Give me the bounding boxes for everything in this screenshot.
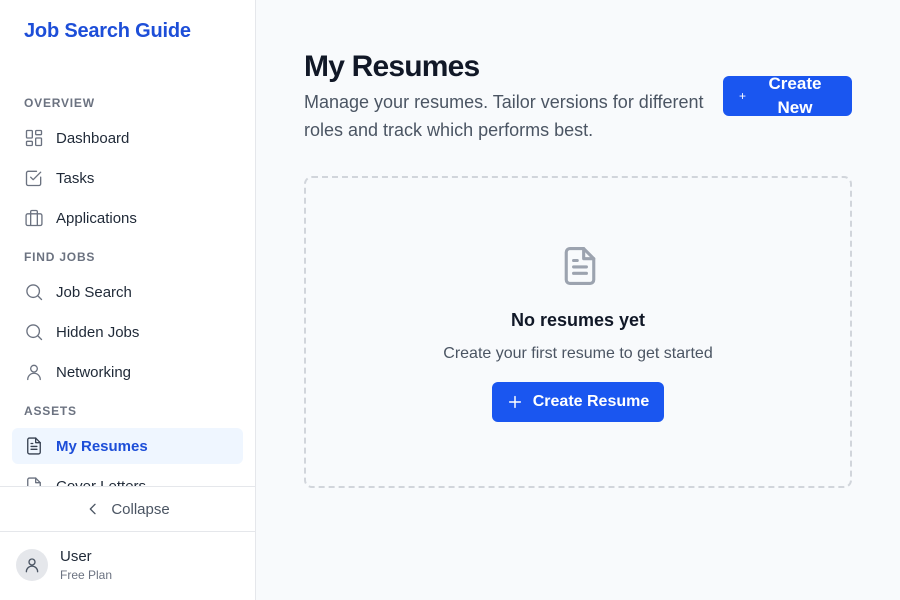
section-label-assets: ASSETS: [24, 404, 77, 418]
sidebar: Job Search Guide OVERVIEW Dashboard Task…: [0, 0, 256, 600]
sidebar-item-job-search[interactable]: Job Search: [12, 274, 243, 310]
create-resume-label: Create Resume: [532, 393, 650, 410]
empty-state: No resumes yet Create your first resume …: [304, 176, 852, 488]
collapse-label: Collapse: [111, 500, 170, 518]
create-new-version-label: Create New Version: [768, 76, 822, 116]
sidebar-item-label: Networking: [56, 363, 132, 381]
document-icon: [24, 436, 44, 456]
document-icon: [24, 476, 44, 486]
sidebar-item-label: Dashboard: [56, 129, 130, 147]
plus-icon: [508, 395, 521, 409]
user-icon: [24, 362, 44, 382]
create-resume-button[interactable]: Create Resume: [492, 382, 664, 422]
tasks-icon: [24, 168, 44, 188]
create-new-version-button[interactable]: + Create New Version: [723, 76, 852, 116]
sidebar-item-label: Tasks: [56, 169, 95, 187]
empty-state-subtitle: Create your first resume to get started: [443, 345, 713, 362]
sidebar-item-tasks[interactable]: Tasks: [12, 160, 243, 196]
user-plan: Free Plan: [60, 568, 113, 582]
sidebar-nav[interactable]: OVERVIEW Dashboard Tasks Applications FI…: [0, 86, 255, 486]
sidebar-item-label: Cover Letters: [56, 477, 147, 487]
sidebar-item-my-resumes[interactable]: My Resumes: [12, 428, 243, 464]
document-icon: [564, 247, 596, 285]
dashboard-icon: [24, 128, 44, 148]
sidebar-item-label: Applications: [56, 209, 137, 227]
sidebar-item-label: My Resumes: [56, 437, 148, 455]
page-title: My Resumes: [304, 50, 480, 83]
avatar: [16, 549, 48, 581]
sidebar-item-networking[interactable]: Networking: [12, 354, 243, 390]
search-icon: [24, 282, 44, 302]
main-content: My Resumes Manage your resumes. Tailor v…: [256, 0, 900, 600]
sidebar-item-cover-letters[interactable]: Cover Letters: [12, 468, 243, 486]
sidebar-item-label: Job Search: [56, 283, 132, 301]
briefcase-icon: [24, 208, 44, 228]
user-icon: [25, 558, 39, 573]
chevron-left-icon: [89, 503, 96, 515]
sidebar-item-hidden-jobs[interactable]: Hidden Jobs: [12, 314, 243, 350]
page-description: Manage your resumes. Tailor versions for…: [304, 92, 704, 140]
sidebar-item-applications[interactable]: Applications: [12, 200, 243, 236]
search-icon: [24, 322, 44, 342]
user-profile[interactable]: User Free Plan: [16, 548, 112, 582]
user-name: User: [60, 548, 92, 565]
plus-icon: +: [739, 89, 747, 103]
section-label-overview: OVERVIEW: [24, 96, 95, 110]
sidebar-item-label: Hidden Jobs: [56, 323, 140, 341]
brand-logo[interactable]: Job Search Guide: [24, 20, 191, 43]
sidebar-item-dashboard[interactable]: Dashboard: [12, 120, 243, 156]
collapse-button[interactable]: Collapse: [0, 486, 255, 532]
section-label-find-jobs: FIND JOBS: [24, 250, 96, 264]
empty-state-title: No resumes yet: [510, 310, 646, 330]
